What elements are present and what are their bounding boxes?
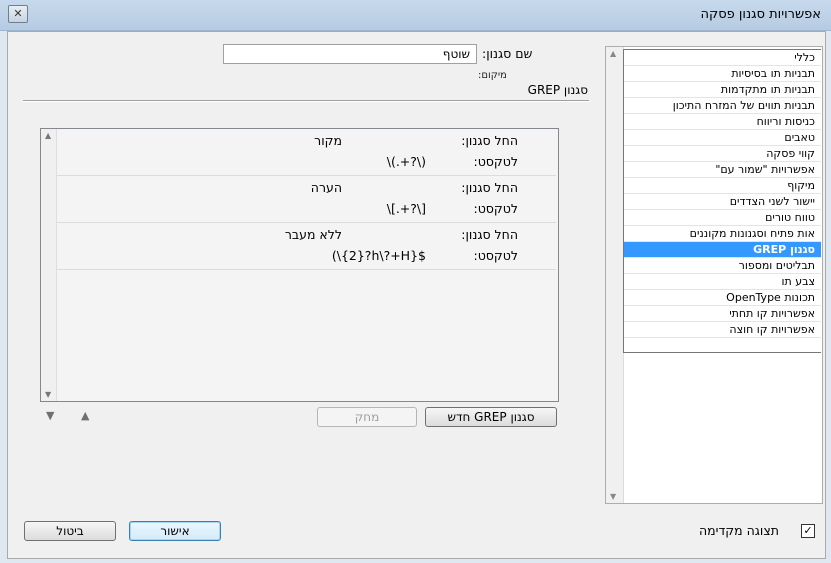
category-item[interactable]: תבניות תו בסיסיות [624,66,821,82]
style-name-label: שם סגנון: [482,46,533,61]
rule-style-value[interactable]: ללא מעבר [285,227,342,242]
cancel-button[interactable]: ביטול [24,521,116,541]
category-item[interactable]: צבע תו [624,274,821,290]
new-grep-style-button[interactable]: סגנון GREP חדש [425,407,557,427]
category-item[interactable]: מיקוף [624,178,821,194]
category-item[interactable]: תבניות תווים של המזרח התיכון [624,98,821,114]
category-item[interactable]: קווי פסקה [624,146,821,162]
to-text-label: לטקסט: [473,201,518,216]
grep-rules-list: ▲ ▼ החל סגנון: מקור לטקסט: \(.+?\) החל ס… [40,128,559,402]
category-list: כללי תבניות תו בסיסיות תבניות תו מתקדמות תב… [623,49,821,353]
section-divider [23,100,589,101]
scroll-up-icon[interactable]: ▲ [45,131,51,140]
apply-style-label: החל סגנון: [461,227,518,242]
grep-rule[interactable]: החל סגנון: מקור לטקסט: \(.+?\) [57,129,556,176]
section-title: סגנון GREP [527,83,588,97]
ok-button[interactable]: אישור [129,521,221,541]
apply-style-label: החל סגנון: [461,180,518,195]
category-item[interactable]: אפשרויות קו חוצה [624,322,821,338]
preview-checkbox[interactable]: ✓ [801,524,815,538]
preview-label: תצוגה מקדימה [699,523,779,538]
move-up-icon[interactable]: ▲ [81,409,89,422]
to-text-label: לטקסט: [473,154,518,169]
grep-rule[interactable]: החל סגנון: ללא מעבר לטקסט: (\{2}?h\?+H}$ [57,223,556,270]
category-item[interactable]: תכונות OpenType [624,290,821,306]
category-item[interactable]: אפשרויות "שמור עם" [624,162,821,178]
location-label: מיקום: [478,70,507,81]
category-item[interactable]: תבניות תו מתקדמות [624,82,821,98]
category-item[interactable]: טאבים [624,130,821,146]
close-icon[interactable]: ✕ [8,5,28,23]
grep-rule[interactable]: החל סגנון: הערה לטקסט: \[.+?\] [57,176,556,223]
move-down-icon[interactable]: ▼ [46,409,54,422]
category-item[interactable]: אות פתיח וסגנונות מקוננים [624,226,821,242]
category-panel: ▲ ▼ כללי תבניות תו בסיסיות תבניות תו מתקדמ… [605,46,823,504]
category-item[interactable]: תבליטים ומספור [624,258,821,274]
rule-style-value[interactable]: מקור [314,133,342,148]
apply-style-label: החל סגנון: [461,133,518,148]
delete-button[interactable]: מחק [317,407,417,427]
rule-expression[interactable]: (\{2}?h\?+H}$ [332,248,426,263]
category-item[interactable]: כללי [624,50,821,66]
grep-scrollbar[interactable]: ▲ ▼ [41,129,57,401]
category-item[interactable]: טווח טורים [624,210,821,226]
dialog-body: ▲ ▼ כללי תבניות תו בסיסיות תבניות תו מתקדמ… [7,31,826,559]
scroll-down-icon[interactable]: ▼ [610,492,616,501]
category-item[interactable]: אפשרויות קו תחתי [624,306,821,322]
category-item[interactable]: יישור לשני הצדדים [624,194,821,210]
rule-expression[interactable]: \(.+?\) [387,154,426,169]
to-text-label: לטקסט: [473,248,518,263]
window-title: אפשרויות סגנון פסקה [700,7,821,22]
scroll-down-icon[interactable]: ▼ [45,390,51,399]
scroll-up-icon[interactable]: ▲ [610,49,616,58]
category-item[interactable]: סגנון GREP [624,242,821,258]
title-bar: אפשרויות סגנון פסקה ✕ [0,0,831,31]
rule-style-value[interactable]: הערה [311,180,342,195]
style-name-input[interactable]: שוטף [223,44,477,64]
rule-expression[interactable]: \[.+?\] [387,201,426,216]
category-item[interactable]: כניסות וריווח [624,114,821,130]
category-scrollbar[interactable]: ▲ ▼ [606,47,624,503]
